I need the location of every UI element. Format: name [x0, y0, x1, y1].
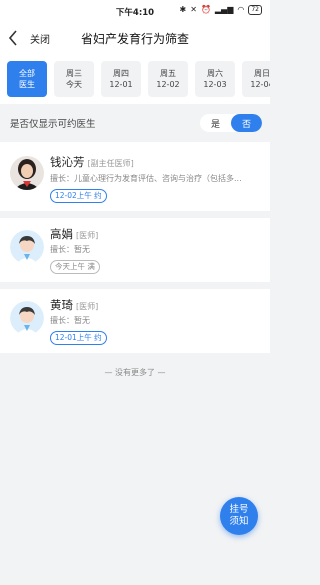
doctor-name: 黄琦 — [50, 298, 73, 312]
toggle-yes[interactable]: 是 — [200, 114, 231, 132]
date-chip-fri[interactable]: 周五 12-02 — [148, 61, 188, 97]
date-chip-sun[interactable]: 周日12-04 — [242, 61, 270, 97]
date-chip-sat[interactable]: 周六 12-03 — [195, 61, 235, 97]
bluetooth-icon: ✱ — [179, 5, 187, 14]
mute-icon: ✕ — [190, 5, 197, 14]
doctor-specialty: 擅长：暂无 — [50, 245, 90, 254]
doctor-specialty: 擅长：暂无 — [50, 316, 90, 325]
alarm-icon: ⏰ — [200, 5, 211, 14]
doctor-card[interactable]: 高娟 [医师] 擅长：暂无 今天上午 满 — [0, 218, 270, 282]
status-icons: ✱ ✕ ⏰ ▂▄▆ ◠ 72 — [180, 5, 262, 15]
appointment-slot-badge[interactable]: 12-02上午 约 — [50, 189, 107, 203]
available-filter-row: 是否仅显示可约医生 是 否 — [0, 104, 270, 142]
date-chip-wed[interactable]: 周三 今天 — [54, 61, 94, 97]
doctor-specialty: 擅长：儿童心理行为发育评估、咨询与治疗（包括多... — [50, 174, 242, 183]
chevron-left-icon — [8, 30, 17, 46]
back-button[interactable] — [0, 30, 26, 46]
doctor-name-row: 黄琦 [医师] — [50, 297, 98, 313]
doctor-name-row: 高娟 [医师] — [50, 226, 98, 242]
doctor-photo-avatar — [10, 156, 44, 190]
doctor-title: [副主任医师] — [87, 159, 134, 168]
signal-icon: ▂▄▆ — [214, 5, 234, 14]
nav-bar: 关闭 省妇产发育行为筛查 — [0, 22, 270, 54]
doctor-card[interactable]: 钱沁芳 [副主任医师] 擅长：儿童心理行为发育评估、咨询与治疗（包括多... 12… — [0, 142, 270, 211]
close-button[interactable]: 关闭 — [30, 31, 50, 46]
default-doctor-avatar — [10, 301, 44, 335]
date-selector: 全部 医生 周三 今天 周四 12-01 周五 12-02 周六 12-03 周日 12-0… — [0, 54, 270, 104]
doctor-name-row: 钱沁芳 [副主任医师] — [50, 154, 134, 170]
no-more-text: — 没有更多了 — — [104, 368, 166, 377]
date-chip-thu[interactable]: 周四 12-01 — [101, 61, 141, 97]
doctor-name: 高娟 — [50, 227, 73, 241]
doctor-name: 钱沁芳 — [50, 155, 85, 169]
status-bar: 下午4:10 ✱ ✕ ⏰ ▂▄▆ ◠ 72 — [0, 0, 270, 22]
toggle-no[interactable]: 否 — [231, 114, 262, 132]
filter-label: 是否仅显示可约医生 — [10, 119, 96, 130]
default-doctor-avatar — [10, 230, 44, 264]
doctor-title: [医师] — [76, 302, 99, 311]
registration-notice-button[interactable]: 挂号 须知 — [220, 497, 258, 535]
doctor-title: [医师] — [76, 231, 99, 240]
date-chip-all[interactable]: 全部 医生 — [7, 61, 47, 97]
appointment-slot-badge[interactable]: 12-01上午 约 — [50, 331, 107, 345]
available-toggle[interactable]: 是 否 — [200, 114, 262, 132]
battery-icon: 72 — [248, 5, 262, 15]
doctor-card[interactable]: 黄琦 [医师] 擅长：暂无 12-01上午 约 — [0, 289, 270, 353]
wifi-icon: ◠ — [237, 5, 245, 14]
appointment-slot-badge: 今天上午 满 — [50, 260, 100, 274]
